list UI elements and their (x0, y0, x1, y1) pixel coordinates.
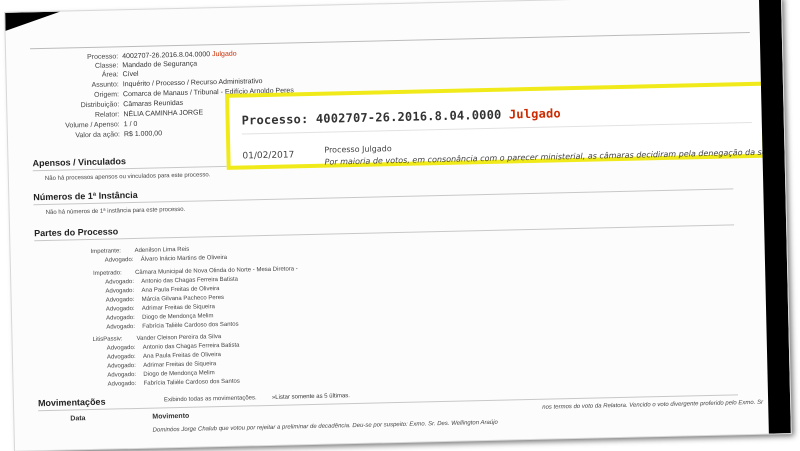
impetrado-name: Câmara Municipal de Nova Olinda do Norte… (134, 266, 298, 276)
movimentacoes-showing: Exibindo todas as movimentações. (163, 395, 257, 404)
advogado-label: Advogado: (106, 314, 135, 322)
numeros-note: Não há números de 1ª instância para este… (45, 206, 186, 216)
section-apensos-title: Apensos / Vinculados (32, 156, 126, 169)
advogado-label: Advogado: (106, 344, 136, 352)
advogado-name: Diogo de Mendonça Melim (143, 370, 215, 378)
apensos-note: Não há processos apensos ou vinculados p… (44, 172, 211, 182)
advogado-label: Advogado: (104, 257, 134, 264)
advogado-label: Advogado: (107, 371, 137, 379)
highlight-processo-heading: Processo: 4002707-26.2016.8.04.0000 Julg… (241, 106, 562, 128)
advogado-label: Advogado: (107, 362, 136, 370)
document-page: Processo: 4002707-26.2016.8.04.0000 Julg… (5, 0, 791, 451)
highlight-processo-number: 4002707-26.2016.8.04.0000 (315, 107, 502, 126)
section-numeros-title: Números de 1ª Instância (33, 189, 138, 203)
advogado-label: Advogado: (106, 353, 136, 361)
advogado-label: Advogado: (105, 297, 135, 304)
highlight-event: Processo Julgado (324, 144, 392, 155)
impetrante-advogado: Álvaro Inácio Martins de Oliveira (140, 254, 228, 263)
highlight-status: Julgado (508, 106, 562, 122)
page-corner-shadow (5, 11, 61, 31)
advogado-name: Fabrícia Talièle Cardoso dos Santos (142, 321, 239, 330)
advogado-name: Antonio das Chagas Ferreira Batista (141, 276, 239, 285)
movimento-text-line: Dominóos Jorge Chalub que votou por reje… (152, 419, 498, 434)
movimento-text-line: nos termos do voto da Relatora. Vencido … (542, 399, 764, 411)
impetrado-label: Impetrado: (93, 270, 122, 277)
col-movimento-header: Movimento (152, 412, 190, 421)
section-divider (33, 188, 734, 206)
impetrante-name: Adenilson Lima Reis (134, 246, 190, 254)
highlight-callout: Processo: 4002707-26.2016.8.04.0000 Julg… (225, 81, 791, 170)
impetrante-label: Impetrante: (90, 248, 121, 255)
page-right-edge (758, 0, 791, 434)
advogado-name: Adrimar Freitas de Siqueira (141, 304, 215, 312)
advogado-name: Ana Paula Freitas de Oliveira (141, 286, 220, 294)
highlight-text: Por maioria de votos, em consonância com… (324, 146, 790, 167)
section-divider (34, 224, 735, 242)
advogado-name: Adrimar Freitas de Siqueira (143, 361, 217, 369)
advogado-name: Ana Paula Freitas de Oliveira (142, 352, 222, 360)
section-partes-title: Partes do Processo (34, 226, 119, 239)
advogado-label: Advogado: (105, 305, 135, 313)
advogado-label: Advogado: (106, 323, 136, 331)
section-movimentacoes-title: Movimentações (37, 396, 106, 409)
advogado-label: Advogado: (105, 288, 135, 295)
advogado-name: Antonio das Chagas Ferreira Batista (142, 342, 240, 351)
listar-ultimas-link[interactable]: »Listar somente as 5 últimas. (272, 393, 350, 401)
advogado-name: Diogo de Mendonça Melim (142, 313, 214, 321)
top-divider (29, 31, 750, 50)
advogado-label: Advogado: (105, 279, 135, 286)
col-data-header: Data (70, 415, 86, 423)
status-badge: Julgado (211, 50, 237, 59)
advogado-name: Fabrícia Talièle Cardoso dos Santos (143, 378, 240, 387)
highlight-date: 01/02/2017 (242, 150, 295, 162)
litis-name: Vander Cleison Pereira da Silva (136, 334, 222, 342)
advogado-name: Márcia Gilvana Pacheco Peres (141, 294, 225, 303)
litis-label: LitisPassiv: (92, 336, 123, 343)
advogado-label: Advogado: (107, 380, 137, 388)
